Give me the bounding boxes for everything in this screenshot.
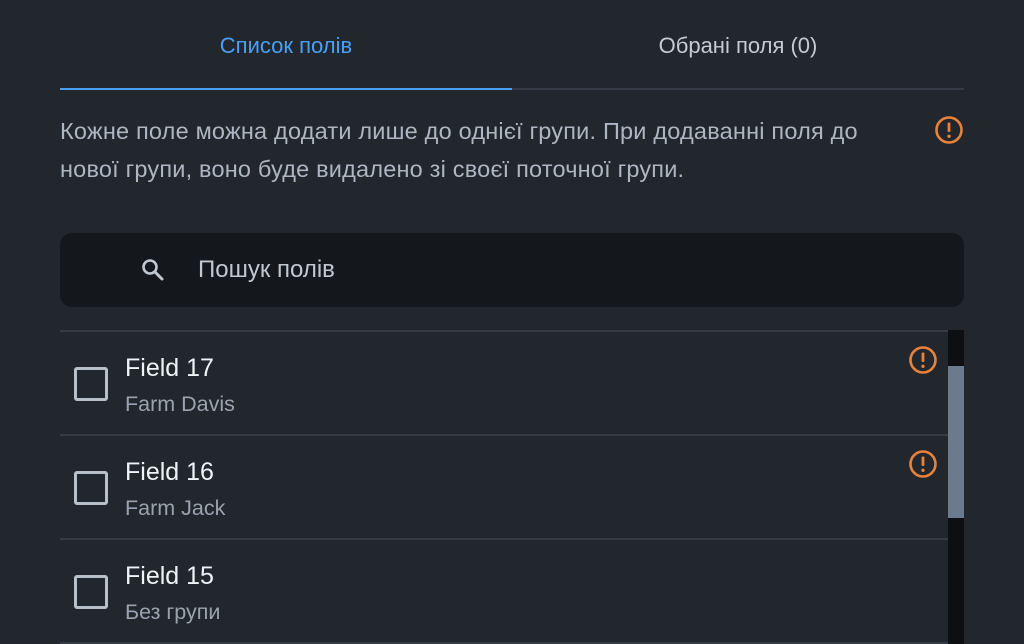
field-checkbox[interactable] [74, 367, 108, 401]
field-group: Farm Jack [125, 496, 226, 520]
info-notice: Кожне поле можна додати лише до однієї г… [60, 112, 964, 188]
notice-text: Кожне поле можна додати лише до однієї г… [60, 118, 858, 182]
field-checkbox[interactable] [74, 471, 108, 505]
field-list: Field 17 Farm Davis Field 16 Farm Jack F… [60, 330, 948, 644]
scrollbar-thumb[interactable] [948, 366, 964, 518]
tab-field-list[interactable]: Список полів [60, 0, 512, 90]
field-selection-panel: Список полів Обрані поля (0) Кожне поле … [0, 0, 1024, 644]
search-icon [142, 259, 164, 281]
search-input[interactable] [196, 239, 964, 301]
field-name: Field 17 [125, 354, 214, 382]
list-item[interactable]: Field 15 Без групи [60, 540, 948, 644]
field-checkbox[interactable] [74, 575, 108, 609]
field-group: Farm Davis [125, 392, 235, 416]
list-scrollbar[interactable] [948, 330, 964, 644]
field-name: Field 15 [125, 562, 214, 590]
warning-circle-icon [909, 346, 937, 374]
tab-selected-fields[interactable]: Обрані поля (0) [512, 0, 964, 88]
list-item[interactable]: Field 16 Farm Jack [60, 436, 948, 540]
tab-bar: Список полів Обрані поля (0) [60, 0, 964, 90]
field-name: Field 16 [125, 458, 214, 486]
warning-circle-icon [909, 450, 937, 478]
field-group: Без групи [125, 600, 221, 624]
warning-circle-icon [935, 116, 963, 144]
search-bar [60, 233, 964, 307]
list-item[interactable]: Field 17 Farm Davis [60, 332, 948, 436]
